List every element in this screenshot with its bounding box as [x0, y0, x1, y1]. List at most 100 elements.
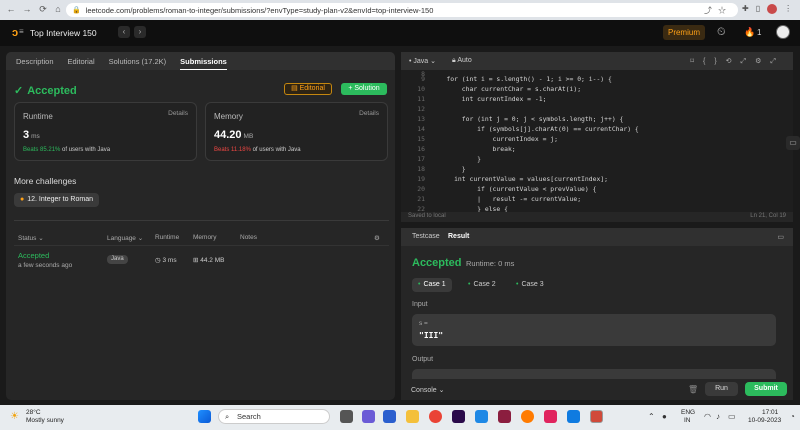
url-text: leetcode.com/problems/roman-to-integer/s… — [85, 5, 434, 15]
left-tabs: Description Editorial Solutions (17.2K) … — [6, 52, 395, 70]
profile-avatar[interactable] — [767, 4, 778, 14]
next-problem-icon[interactable]: › — [134, 26, 146, 38]
header-notes: Notes — [240, 234, 257, 241]
tray-app-icon[interactable]: ● — [662, 412, 667, 421]
user-avatar[interactable] — [776, 25, 790, 39]
share-star-icons[interactable]: ⤴☆ — [704, 5, 732, 16]
runtime-details-link[interactable]: Details — [168, 110, 188, 117]
editor-action-icons[interactable]: ⌑{}⟲⤢⚙⤢ — [690, 57, 785, 66]
runtime-value: 3 ms — [23, 129, 40, 141]
app-icon-red[interactable] — [498, 410, 511, 423]
editorial-button[interactable]: ▤ Editorial — [284, 83, 332, 95]
wifi-icon[interactable]: ◠ — [704, 412, 711, 421]
pass-dot-icon: • — [516, 281, 519, 288]
submission-memory: ⊞ 44.2 MB — [193, 257, 225, 264]
code-editor[interactable]: 8 9 for (int i = s.length() - 1; i >= 0;… — [401, 70, 793, 213]
side-notes-icon[interactable]: ▭ — [786, 136, 800, 150]
clock-date[interactable]: 10-09-2023 — [748, 417, 781, 424]
difficulty-dot-icon: ● — [20, 196, 25, 203]
forward-icon[interactable]: → — [20, 4, 34, 14]
sidepanel-icon[interactable]: ▯ — [756, 4, 760, 14]
challenge-chip[interactable]: ● 12. Integer to Roman — [14, 193, 99, 207]
lang-region[interactable]: IN — [684, 417, 691, 424]
header-memory: Memory — [193, 234, 217, 241]
tab-result[interactable]: Result — [448, 233, 469, 240]
input-box: s = "III" — [412, 314, 776, 346]
volume-icon[interactable]: ♪ — [716, 412, 720, 421]
app-icon-blue[interactable] — [383, 410, 396, 423]
editor-statusbar: Saved to local Ln 21, Col 19 — [401, 212, 793, 222]
submission-status-link[interactable]: Accepted — [18, 251, 49, 260]
prev-problem-icon[interactable]: ‹ — [118, 26, 130, 38]
header-language[interactable]: Language ⌄ — [107, 234, 143, 242]
tab-solutions[interactable]: Solutions (17.2K) — [109, 57, 167, 66]
tab-editorial[interactable]: Editorial — [68, 57, 95, 66]
address-bar[interactable]: 🔒 leetcode.com/problems/roman-to-integer… — [66, 3, 738, 17]
tray-chevron-icon[interactable]: ⌃ — [648, 412, 655, 421]
trash-icon[interactable]: 🗑︎ — [688, 385, 698, 394]
run-button[interactable]: Run — [705, 382, 738, 396]
vscode-icon[interactable] — [475, 410, 488, 423]
lock-icon: 🔒 — [72, 7, 81, 14]
clock-time[interactable]: 17:01 — [762, 409, 778, 416]
extensions-icon[interactable]: ✚ — [742, 4, 749, 14]
check-circle-icon: ✓ — [14, 85, 24, 97]
notification-icon[interactable]: ◔ — [790, 412, 795, 421]
timer-icon[interactable]: ⏲ — [717, 26, 726, 39]
home-icon[interactable]: ⌂ — [51, 4, 65, 14]
case-tab-2[interactable]: • Case 2 — [462, 278, 502, 292]
input-value: "III" — [419, 331, 444, 340]
mode-select[interactable]: 🔒︎ Auto — [452, 57, 472, 65]
app-icon-store[interactable] — [567, 410, 580, 423]
language-badge: Java — [107, 255, 128, 264]
battery-icon[interactable]: ▭ — [728, 412, 736, 421]
back-icon[interactable]: ← — [4, 4, 18, 14]
add-solution-button[interactable]: + Solution — [341, 83, 387, 95]
input-label: Input — [412, 301, 428, 308]
reload-icon[interactable]: ⟳ — [36, 4, 50, 15]
premiere-icon[interactable] — [452, 410, 465, 423]
windows-taskbar — [0, 405, 800, 430]
memory-details-link[interactable]: Details — [359, 110, 379, 117]
firefox-icon[interactable] — [521, 410, 534, 423]
memory-value: 44.20 MB — [214, 129, 254, 141]
weather-temp[interactable]: 28°C — [26, 409, 41, 416]
weather-desc[interactable]: Mostly sunny — [26, 417, 64, 424]
search-icon: ⌕ — [225, 412, 230, 421]
tab-submissions[interactable]: Submissions — [180, 53, 227, 70]
app-icon-pink[interactable] — [544, 410, 557, 423]
menu-icon[interactable]: ⋮ — [784, 4, 792, 14]
settings-gear-icon[interactable]: ⚙ — [374, 234, 380, 242]
lang-code[interactable]: ENG — [681, 409, 695, 416]
header-status[interactable]: Status ⌄ — [18, 234, 44, 242]
output-label: Output — [412, 356, 434, 363]
collapse-icon[interactable]: ▭ — [777, 233, 784, 241]
cursor-position: Ln 21, Col 19 — [750, 213, 786, 219]
saved-status: Saved to local — [408, 213, 446, 219]
case-tab-3[interactable]: • Case 3 — [510, 278, 550, 292]
tab-testcase[interactable]: Testcase — [412, 233, 440, 240]
tab-description[interactable]: Description — [16, 57, 54, 66]
result-runtime: Runtime: 0 ms — [466, 259, 515, 268]
input-var: s = — [419, 320, 428, 327]
premium-button[interactable]: Premium — [663, 25, 705, 40]
list-icon[interactable]: ≡ — [19, 27, 24, 36]
weather-sun-icon[interactable]: ☀ — [10, 411, 19, 422]
taskbar-search[interactable]: ⌕ Search — [218, 409, 330, 424]
console-toggle[interactable]: Console ⌄ — [411, 386, 445, 394]
book-icon: ▤ — [291, 85, 300, 92]
file-explorer-icon[interactable] — [406, 410, 419, 423]
task-view-icon[interactable] — [340, 410, 353, 423]
streak-fire-icon[interactable]: 🔥 — [744, 27, 755, 38]
submission-runtime: ◷ 3 ms — [155, 257, 177, 264]
active-browser-icon[interactable] — [590, 410, 603, 423]
teams-icon[interactable] — [362, 410, 375, 423]
submission-time: a few seconds ago — [18, 262, 73, 269]
editor-toolbar: • Java ⌄ 🔒︎ Auto ⌑{}⟲⤢⚙⤢ — [401, 52, 793, 70]
submit-button[interactable]: Submit — [745, 382, 787, 396]
study-plan-title[interactable]: Top Interview 150 — [30, 28, 97, 38]
chrome-icon[interactable] — [429, 410, 442, 423]
windows-start-icon[interactable] — [198, 410, 211, 423]
language-select[interactable]: • Java ⌄ — [409, 57, 436, 65]
case-tab-1[interactable]: • Case 1 — [412, 278, 452, 292]
